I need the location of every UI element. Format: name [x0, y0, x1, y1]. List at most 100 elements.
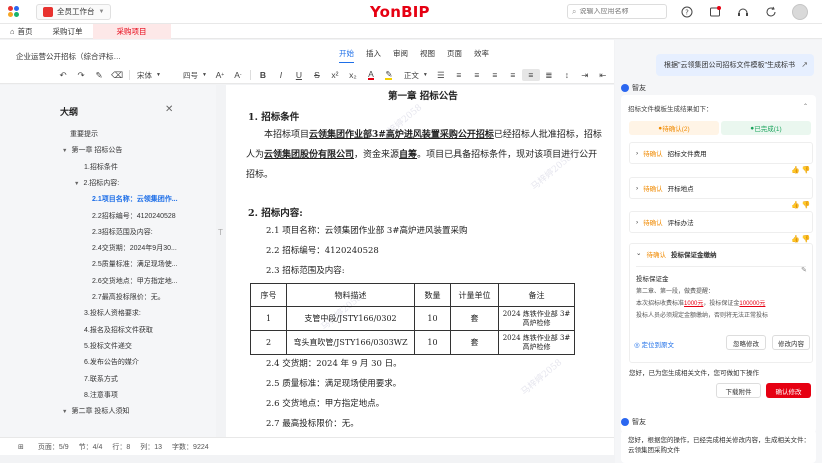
outline-item[interactable]: 6.发布公告的媒介 [84, 357, 139, 367]
thumbs-icons[interactable]: 👍 👎 [791, 166, 810, 174]
bullet-list-icon[interactable]: ☰ [432, 69, 450, 81]
thumbs-icons[interactable]: 👍 👎 [791, 235, 810, 243]
workspace-switcher[interactable]: 全员工作台 ▼ [36, 3, 112, 20]
outline-item[interactable]: 2.7最高投标限价：无。 [92, 292, 165, 302]
subscript-icon[interactable]: x₂ [344, 69, 362, 81]
list-item[interactable]: › 待确认 开标地点 [629, 177, 813, 199]
outline-item[interactable]: ▼ 第二章 投标人须知 [62, 406, 129, 416]
highlight-icon[interactable]: ✎ [380, 69, 398, 81]
superscript-icon[interactable]: x² [326, 69, 344, 81]
modify-button[interactable]: 修改内容 [772, 335, 810, 350]
outline-item[interactable]: 重要提示 [70, 129, 98, 139]
list-item[interactable]: › 待确认 招标文件费用 [629, 142, 813, 164]
list-item[interactable]: › 待确认 评标办法 [629, 211, 813, 233]
avatar[interactable] [792, 4, 808, 20]
outline-item[interactable]: 2.5质量标准：满足现场使... [92, 259, 178, 269]
line-spacing-icon[interactable]: ↕ [558, 69, 576, 81]
outline-item[interactable]: 4.报名及招标文件获取 [84, 325, 153, 335]
outline-item[interactable]: 2.2招标编号：4120240528 [92, 211, 176, 221]
chevron-down-icon[interactable]: ▼ [74, 181, 79, 187]
font-size-select[interactable]: 四号 ▼ [179, 69, 211, 81]
status-col: 列：13 [140, 443, 163, 451]
apps-icon[interactable] [8, 5, 20, 18]
menu-efficiency[interactable]: 效率 [474, 48, 489, 63]
menu-page[interactable]: 页面 [447, 48, 462, 63]
outline-item[interactable]: 3.投标人资格要求: [84, 308, 141, 318]
strikethrough-icon[interactable]: S [308, 69, 326, 81]
outline-item[interactable]: 7.联系方式 [84, 374, 118, 384]
tab-purchase-order[interactable]: 采购订单 [43, 24, 93, 39]
chevron-down-icon[interactable]: ▼ [62, 148, 67, 154]
top-icon-group: ? [680, 4, 808, 20]
help-icon[interactable]: ? [680, 5, 694, 19]
eraser-icon[interactable]: ⌫ [108, 69, 126, 81]
tab-purchase-project[interactable]: 采购项目 [92, 23, 171, 39]
materials-table: 序号 物料描述 数量 计量单位 备注 1 支管中段/JSTY166/0302 1… [250, 283, 575, 355]
indent-icon[interactable]: ⇥ [576, 69, 594, 81]
outline-item[interactable]: ▼ 2.招标内容: [74, 178, 119, 188]
refresh-icon[interactable] [764, 5, 778, 19]
paragraph-style-select[interactable]: 正文 ▼ [400, 69, 432, 81]
outline-item[interactable]: 2.4交货期：2024年9月30... [92, 243, 177, 253]
confirm-text: 您好，已为您生成相关文件，您可做如下操作 [629, 370, 759, 377]
menu-review[interactable]: 审阅 [393, 48, 408, 63]
outline-item[interactable]: 2.1项目名称：云领集团作... [92, 194, 178, 204]
tab-home[interactable]: ⌂ 首页 [0, 24, 43, 39]
search-input[interactable] [579, 8, 660, 15]
menu-start[interactable]: 开始 [339, 48, 354, 63]
external-link-icon[interactable]: ↗ [801, 60, 808, 69]
outline-panel: 大纲 ✕ 重要提示 ▼ 第一章 招标公告 1.招标条件 ▼ 2.招标内容: 2.1项目名称：… [0, 85, 216, 437]
collapse-icon[interactable]: ⌃ [803, 103, 808, 110]
table-header: 序号 [250, 283, 287, 307]
outdent-icon[interactable]: ⇤ [594, 69, 612, 81]
tab-pending[interactable]: ● 待确认(2) [629, 121, 719, 135]
align-center-icon[interactable]: ≡ [486, 69, 504, 81]
outline-item[interactable]: 2.6交货地点：甲方指定地... [92, 276, 178, 286]
menu-insert[interactable]: 插入 [366, 48, 381, 63]
document-title: 企业运营公开招标（综合评标… [16, 52, 121, 61]
tab-done[interactable]: ● 已完成(1) [721, 121, 811, 135]
thumbs-icons[interactable]: 👍 👎 [791, 201, 810, 209]
search-icon: ⌕ [572, 6, 577, 16]
distributed-icon[interactable]: ≣ [540, 69, 558, 81]
result-card: 招标文件模板生成结果如下： ⌃ ● 待确认(2) ● 已完成(1) › 待确认 招标… [621, 95, 816, 433]
font-color-icon[interactable]: A [362, 69, 380, 81]
document-canvas[interactable]: 马梓婷2058 马梓婷2058 马梓婷2058 马梓婷2058 第一章 招标公告… [226, 85, 614, 437]
menu-view[interactable]: 视图 [420, 48, 435, 63]
app-search[interactable]: ⌕ [567, 4, 667, 19]
italic-icon[interactable]: I [272, 69, 290, 81]
close-icon[interactable]: ✕ [165, 104, 173, 115]
align-justify-icon[interactable]: ≡ [521, 69, 540, 81]
redo-icon[interactable]: ↷ [72, 69, 90, 81]
align-right-icon[interactable]: ≡ [504, 69, 522, 81]
notification-icon[interactable] [708, 5, 722, 19]
headset-icon[interactable] [736, 5, 750, 19]
numbered-list-icon[interactable]: ≡ [450, 69, 468, 81]
ignore-button[interactable]: 忽略修改 [726, 335, 766, 350]
font-family-select[interactable]: 宋体 ▼ [133, 69, 165, 81]
underline-icon[interactable]: U [290, 69, 308, 81]
font-grow-icon[interactable]: A + [211, 69, 229, 81]
download-button[interactable]: 下载附件 [716, 383, 761, 398]
bold-icon[interactable]: B [254, 69, 272, 81]
outline-item[interactable]: 8.注意事项 [84, 390, 118, 400]
outline-item[interactable]: ▼ 第一章 招标公告 [62, 145, 122, 155]
undo-icon[interactable]: ↶ [54, 69, 72, 81]
edit-icon[interactable]: ✎ [801, 266, 807, 274]
outline-item[interactable]: 5.投标文件递交 [84, 341, 132, 351]
font-shrink-icon[interactable]: A- [229, 69, 247, 81]
outline-item[interactable]: 2.3招标范围及内容: [92, 227, 153, 237]
format-toolbar: ↶ ↷ ✎ ⌫ 宋体 ▼ 四号 ▼ A + A- B I U S x² x₂ A ✎ … [54, 69, 612, 81]
grid-icon[interactable]: ⊞ [18, 443, 24, 451]
list-item: 2.7 最高投标限价：无。 [266, 419, 359, 429]
chevron-down-icon[interactable]: ▼ [62, 409, 67, 415]
format-painter-icon[interactable]: ✎ [90, 69, 108, 81]
confirm-button[interactable]: 确认修改 [766, 383, 811, 398]
workspace-icon [43, 6, 53, 17]
outline-item[interactable]: 1.招标条件 [84, 162, 118, 172]
list-item: 2.6 交货地点：甲方指定地点。 [266, 399, 385, 409]
tab-bar: ⌂ 首页 采购订单 采购项目 [0, 23, 822, 39]
locate-button[interactable]: ◎ 定位到原文 [634, 339, 674, 349]
workspace-label: 全员工作台 [57, 7, 95, 16]
align-left-icon[interactable]: ≡ [468, 69, 486, 81]
